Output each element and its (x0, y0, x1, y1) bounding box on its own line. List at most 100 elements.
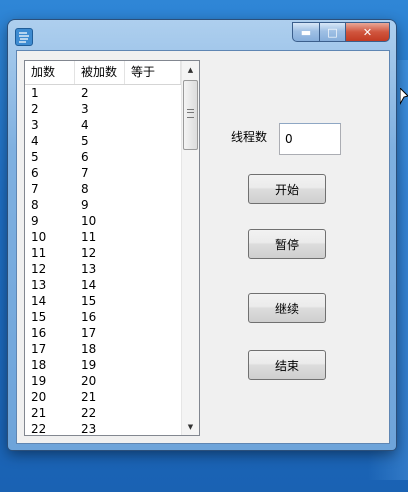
table-row[interactable]: 10 11 (25, 229, 181, 245)
table-cell: 15 (81, 294, 97, 308)
table-row[interactable]: 13 14 (25, 277, 181, 293)
table-cell: 21 (31, 406, 47, 420)
table-cell: 8 (31, 198, 39, 212)
thread-count-label: 线程数 (231, 130, 268, 144)
table-row[interactable]: 78 (25, 181, 181, 197)
table-cell (125, 341, 181, 357)
table-row[interactable]: 19 20 (25, 373, 181, 389)
mouse-cursor-icon (400, 88, 408, 106)
table-cell (125, 165, 181, 181)
table-cell: 12 (31, 262, 47, 276)
table-cell: 9 (81, 198, 89, 212)
table-cell: 22 (81, 406, 97, 420)
grip-icon (187, 109, 194, 118)
table-row[interactable]: 45 (25, 133, 181, 149)
table-cell: 19 (81, 358, 97, 372)
table-cell: 20 (81, 374, 97, 388)
vertical-scrollbar[interactable]: ▲ ▼ (181, 61, 199, 435)
table-cell (125, 357, 181, 373)
table-cell: 6 (31, 166, 39, 180)
table-row[interactable]: 15 16 (25, 309, 181, 325)
table-row[interactable]: 21 22 (25, 405, 181, 421)
table-row[interactable]: 16 17 (25, 325, 181, 341)
table-cell: 6 (81, 150, 89, 164)
table-cell (125, 373, 181, 389)
minimize-button[interactable]: ▬ (292, 22, 320, 42)
table-cell: 21 (81, 390, 97, 404)
table-row[interactable]: 11 12 (25, 245, 181, 261)
table-cell: 17 (81, 326, 97, 340)
maximize-icon: □ (327, 25, 338, 39)
table-cell: 23 (81, 422, 97, 436)
table-cell (125, 101, 181, 117)
table-row[interactable]: 22 23 (25, 421, 181, 436)
table-cell: 11 (31, 246, 47, 260)
table-cell (125, 325, 181, 341)
start-button[interactable]: 开始 (248, 174, 326, 204)
table-cell (125, 309, 181, 325)
minimize-icon: ▬ (300, 25, 312, 39)
table-cell (125, 117, 181, 133)
table-row[interactable]: 20 21 (25, 389, 181, 405)
listview-body: 1 2 2 3 3 4 4 5 5 6 6 7 7 8 8 9 9 10 10 11 11 12 12 13 13 14 14 15 1… (25, 85, 181, 436)
table-row[interactable]: 23 (25, 101, 181, 117)
table-row[interactable]: 12 (25, 85, 181, 101)
table-cell: 7 (31, 182, 39, 196)
table-row[interactable]: 34 (25, 117, 181, 133)
table-row[interactable]: 14 15 (25, 293, 181, 309)
table-cell: 7 (81, 166, 89, 180)
table-row[interactable]: 67 (25, 165, 181, 181)
table-cell: 1 (31, 86, 39, 100)
thread-count-input[interactable] (279, 123, 341, 155)
window-client-area: 加数 被加数 等于 1 2 2 3 3 4 4 5 5 6 6 7 7 8 8 9 9 10 10 11 11 12 12 1… (16, 50, 390, 444)
table-cell (125, 229, 181, 245)
results-listview[interactable]: 加数 被加数 等于 1 2 2 3 3 4 4 5 5 6 6 7 7 8 8 9 9 10 10 11 11 12 12 1… (24, 60, 200, 436)
table-row[interactable]: 12 13 (25, 261, 181, 277)
table-cell: 18 (31, 358, 47, 372)
app-window: ▬ □ ✕ 加数 被加数 等于 1 2 2 3 3 4 4 5 5 6 6 7 7 8 8 9 9 10 10 11 1… (8, 20, 396, 450)
column-header-augend[interactable]: 被加数 (75, 61, 125, 84)
table-cell: 14 (31, 294, 47, 308)
table-cell: 4 (81, 118, 89, 132)
column-header-sum[interactable]: 等于 (125, 61, 181, 84)
table-cell: 3 (81, 102, 89, 116)
column-header-addend[interactable]: 加数 (25, 61, 75, 84)
table-cell: 19 (31, 374, 47, 388)
table-cell (125, 421, 181, 435)
resume-button[interactable]: 继续 (248, 293, 326, 323)
scroll-up-icon[interactable]: ▲ (182, 61, 199, 78)
table-cell: 2 (81, 86, 89, 100)
scrollbar-thumb[interactable] (183, 80, 198, 150)
table-row[interactable]: 17 18 (25, 341, 181, 357)
table-cell: 4 (31, 134, 39, 148)
pause-button[interactable]: 暂停 (248, 229, 326, 259)
close-button[interactable]: ✕ (346, 22, 390, 42)
table-row[interactable]: 18 19 (25, 357, 181, 373)
caption-buttons: ▬ □ ✕ (292, 22, 390, 42)
table-cell: 12 (81, 246, 97, 260)
app-icon (15, 28, 33, 46)
table-cell: 20 (31, 390, 47, 404)
table-cell (125, 245, 181, 261)
table-cell: 10 (31, 230, 47, 244)
title-bar[interactable]: ▬ □ ✕ (8, 20, 396, 50)
table-cell: 5 (81, 134, 89, 148)
table-cell (125, 405, 181, 421)
scroll-down-icon[interactable]: ▼ (182, 418, 199, 435)
maximize-button[interactable]: □ (320, 22, 346, 42)
table-cell: 22 (31, 422, 47, 436)
end-button[interactable]: 结束 (248, 350, 326, 380)
table-cell (125, 293, 181, 309)
table-cell (125, 181, 181, 197)
table-cell: 9 (31, 214, 39, 228)
table-row[interactable]: 56 (25, 149, 181, 165)
table-cell (125, 213, 181, 229)
table-cell: 11 (81, 230, 97, 244)
listview-header: 加数 被加数 等于 (25, 61, 181, 85)
table-cell (125, 261, 181, 277)
table-cell: 13 (81, 262, 97, 276)
table-row[interactable]: 89 (25, 197, 181, 213)
table-cell: 2 (31, 102, 39, 116)
table-cell: 8 (81, 182, 89, 196)
table-row[interactable]: 9 10 (25, 213, 181, 229)
